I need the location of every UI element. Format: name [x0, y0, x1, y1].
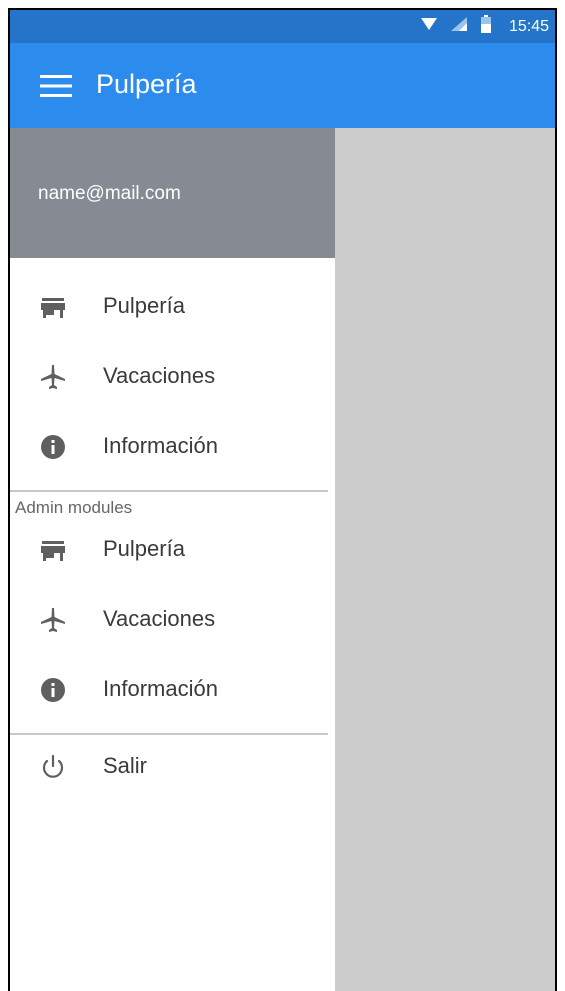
status-time: 15:45	[508, 17, 549, 35]
admin-section-label: Admin modules	[15, 498, 133, 517]
admin-nav-item-vacaciones[interactable]: Vacaciones	[10, 591, 335, 651]
admin-nav-item-pulperia[interactable]: Pulpería	[10, 521, 335, 581]
admin-nav-item-informacion[interactable]: Información	[10, 661, 335, 721]
store-icon	[40, 294, 66, 320]
nav-label: Vacaciones	[103, 363, 216, 388]
battery-icon	[480, 15, 491, 38]
nav-label: Pulpería	[103, 536, 185, 561]
status-bar: 15:45	[10, 10, 555, 43]
nav-item-salir[interactable]: Salir	[10, 738, 335, 798]
info-icon	[40, 434, 66, 460]
phone-screen: 15:45 Pulpería name@mail.com Pulpería Va…	[8, 8, 557, 991]
nav-item-vacaciones[interactable]: Vacaciones	[10, 348, 335, 408]
nav-label: Vacaciones	[103, 606, 216, 631]
airplane-icon	[40, 364, 66, 390]
nav-label: Información	[103, 433, 218, 458]
info-icon	[40, 677, 66, 703]
nav-item-pulperia[interactable]: Pulpería	[10, 278, 335, 338]
status-icons: 15:45	[420, 10, 549, 43]
wifi-icon	[420, 17, 437, 36]
app-title: Pulpería	[96, 69, 197, 99]
nav-label: Salir	[103, 753, 148, 778]
drawer-header: name@mail.com	[10, 128, 335, 258]
navigation-drawer: name@mail.com Pulpería Vacaciones Inform…	[10, 128, 335, 991]
user-email: name@mail.com	[38, 183, 181, 204]
airplane-icon	[40, 607, 66, 633]
nav-label: Información	[103, 676, 218, 701]
hamburger-menu-icon[interactable]	[40, 75, 72, 97]
divider	[10, 490, 328, 492]
divider	[10, 733, 328, 735]
power-icon	[40, 754, 66, 780]
store-icon	[40, 537, 66, 563]
app-bar: Pulpería	[10, 43, 555, 128]
nav-item-informacion[interactable]: Información	[10, 418, 335, 478]
signal-icon	[450, 17, 467, 36]
nav-label: Pulpería	[103, 293, 185, 318]
